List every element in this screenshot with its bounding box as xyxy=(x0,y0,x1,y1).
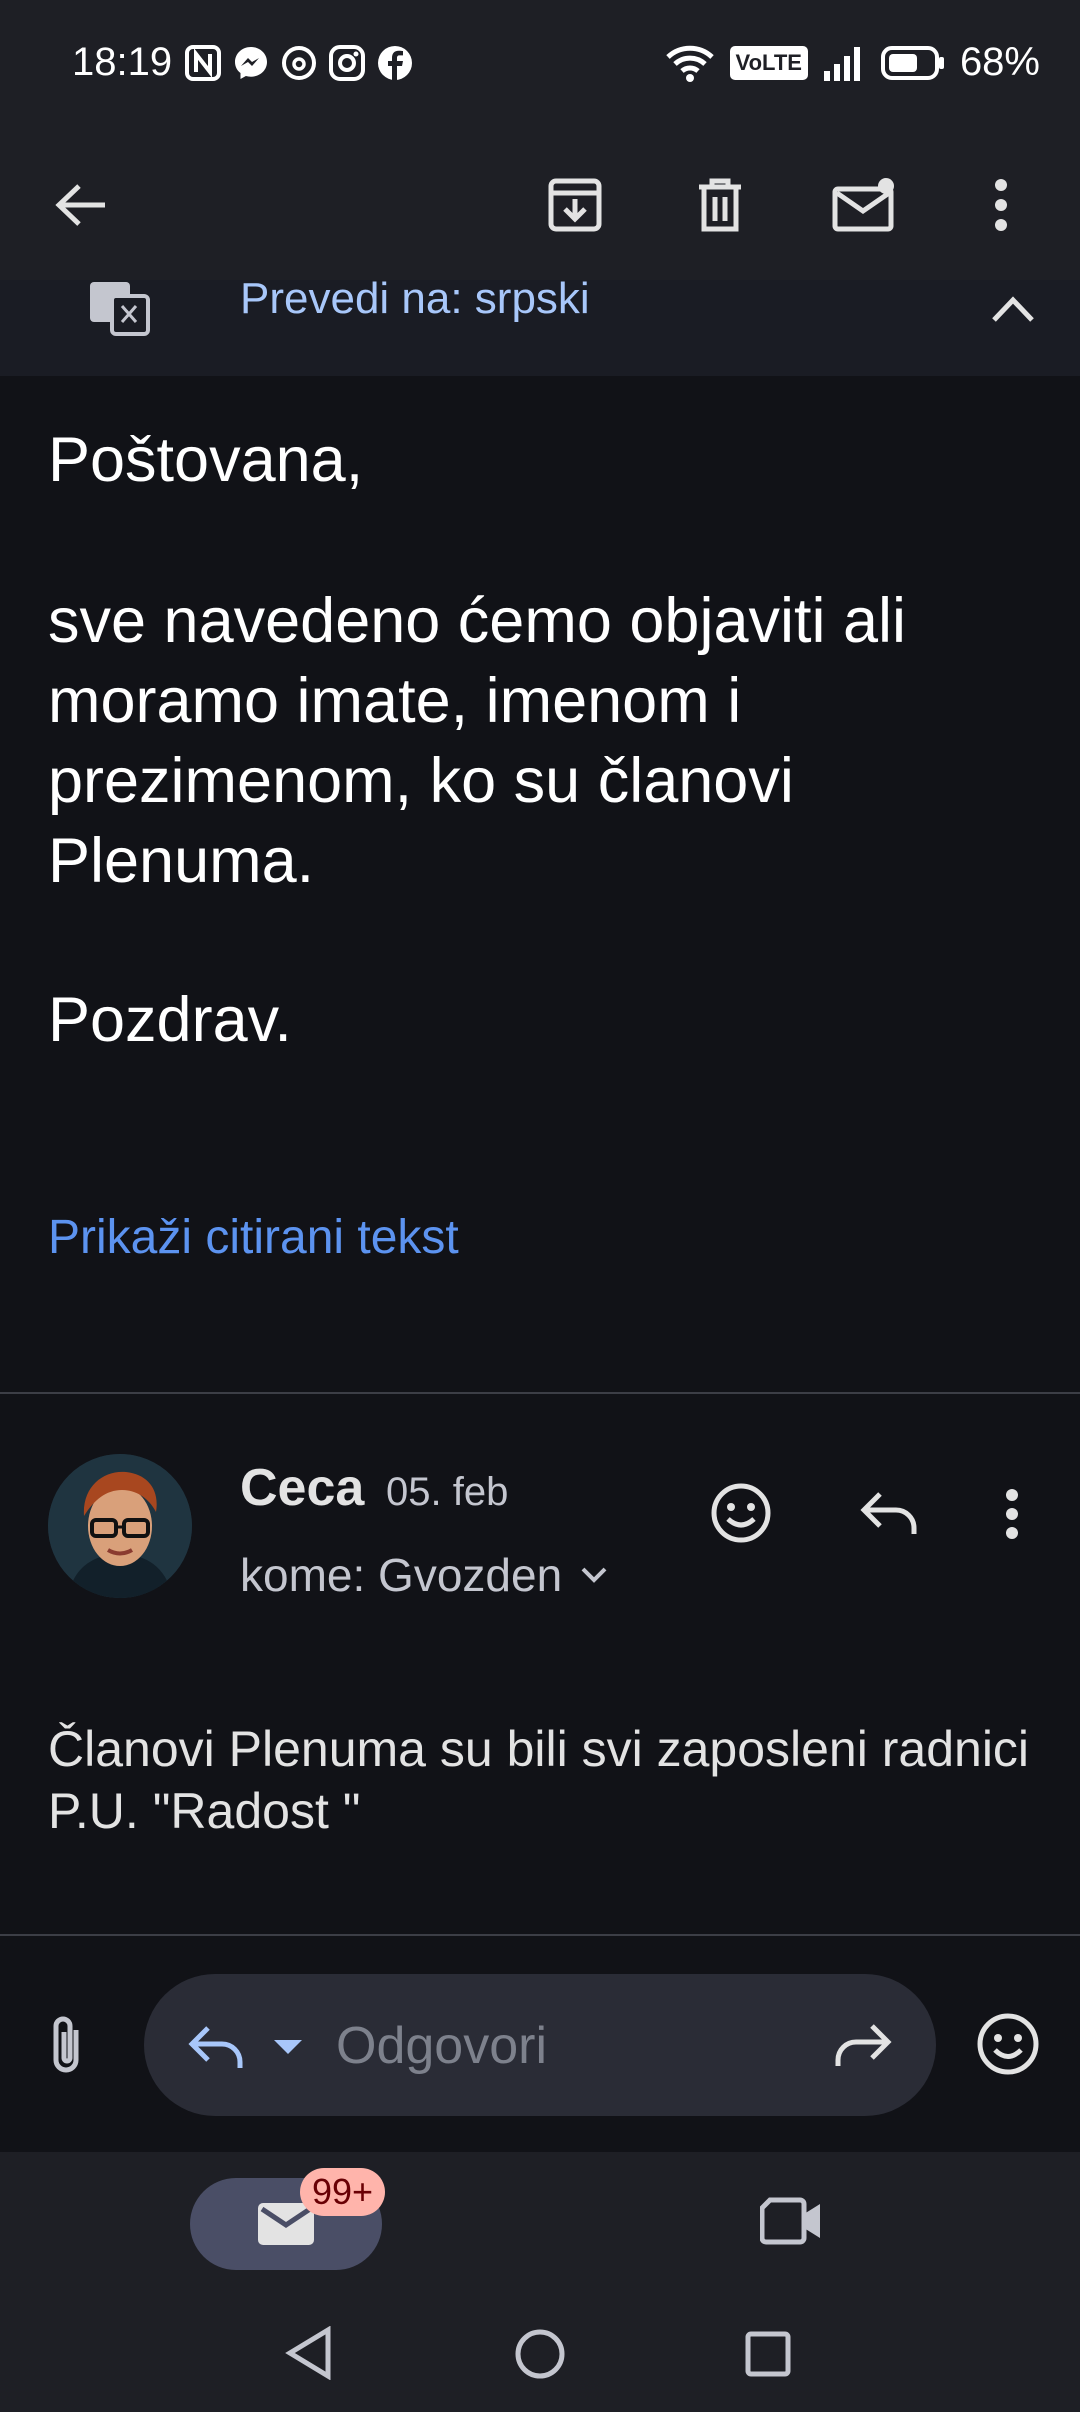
message-divider xyxy=(0,1392,1080,1394)
recipient-label: kome: Gvozden xyxy=(240,1549,563,1601)
message-more-button[interactable] xyxy=(1004,1488,1020,1540)
message-body: Članovi Plenuma su bili svi zaposleni ra… xyxy=(48,1721,1030,1839)
facebook-icon xyxy=(378,46,412,80)
archive-icon xyxy=(548,178,602,232)
system-home-button[interactable] xyxy=(514,2328,566,2380)
archive-button[interactable] xyxy=(540,170,610,240)
battery-percentage: 68% xyxy=(959,40,1040,84)
delete-icon xyxy=(699,178,741,232)
show-quoted-text-link[interactable]: Prikaži citirani tekst xyxy=(48,1210,459,1265)
system-back-button[interactable] xyxy=(284,2326,334,2380)
chevron-down-icon xyxy=(581,1567,607,1583)
recipient-details[interactable]: kome: Gvozden xyxy=(240,1548,608,1602)
message-greeting: Poštovana, xyxy=(48,425,364,495)
instagram-icon xyxy=(329,45,365,81)
message-date: 05. feb xyxy=(386,1470,509,1514)
nfc-icon xyxy=(185,45,221,81)
attach-button[interactable] xyxy=(46,2014,86,2076)
message-line: prezimenom, ko su članovi xyxy=(48,746,794,816)
sender-avatar[interactable] xyxy=(48,1454,192,1598)
unread-count-badge: 99+ xyxy=(300,2168,386,2216)
avatar-portrait xyxy=(48,1454,192,1598)
reply-icon xyxy=(188,2026,243,2068)
reply-button[interactable] xyxy=(860,1488,918,1538)
battery-icon xyxy=(880,45,944,80)
dropdown-arrow-icon xyxy=(274,2040,302,2054)
volte-badge: VoLTE xyxy=(729,45,808,80)
threads-icon xyxy=(282,46,316,80)
more-options-button[interactable] xyxy=(966,170,1036,240)
forward-button[interactable] xyxy=(834,2022,892,2068)
message-closing: Pozdrav. xyxy=(48,985,292,1055)
translate-icon xyxy=(90,282,150,336)
delete-button[interactable] xyxy=(685,170,755,240)
more-vert-icon xyxy=(1006,1489,1018,1539)
emoji-icon xyxy=(977,2013,1039,2075)
signal-icon xyxy=(823,46,860,81)
add-reaction-icon xyxy=(711,1483,771,1543)
back-button[interactable] xyxy=(46,170,116,240)
forward-icon xyxy=(835,2024,892,2066)
emoji-button[interactable] xyxy=(976,2012,1040,2076)
messenger-icon xyxy=(235,47,267,79)
circle-home-icon xyxy=(515,2329,565,2379)
video-camera-icon xyxy=(760,2197,820,2245)
top-toolbar xyxy=(0,130,1080,280)
attachment-icon xyxy=(53,2016,79,2073)
wifi-icon xyxy=(665,45,714,82)
mark-unread-button[interactable] xyxy=(829,170,899,240)
message-line: moramo imate, imenom i xyxy=(48,666,742,736)
collapse-chevron-icon[interactable] xyxy=(990,294,1036,324)
system-recents-button[interactable] xyxy=(744,2330,792,2378)
notification-icons xyxy=(184,44,414,82)
reply-placeholder[interactable]: Odgovori xyxy=(336,2016,547,2076)
system-status: VoLTE 68% xyxy=(664,40,1040,85)
message-line: sve navedeno ćemo objaviti ali xyxy=(48,586,907,656)
reply-mode-dropdown[interactable] xyxy=(272,2038,304,2056)
message-paragraph: sve navedeno ćemo objaviti ali moramo im… xyxy=(48,581,906,901)
message-line: Plenuma. xyxy=(48,826,315,896)
translate-label[interactable]: Prevedi na: srpski xyxy=(240,280,590,324)
mark-unread-icon xyxy=(832,178,894,232)
reply-icon xyxy=(860,1492,917,1534)
translate-bar[interactable]: Prevedi na: srpski xyxy=(0,280,1080,376)
sender-name: Ceca xyxy=(240,1459,365,1517)
meet-tab[interactable] xyxy=(760,2196,824,2246)
react-emoji-button[interactable] xyxy=(710,1482,772,1544)
square-recents-icon xyxy=(745,2331,791,2377)
more-vert-icon xyxy=(995,179,1007,231)
reply-mode-button[interactable] xyxy=(188,2024,244,2070)
back-arrow-icon xyxy=(55,184,105,226)
triangle-back-icon xyxy=(285,2326,331,2380)
status-time: 18:19 xyxy=(72,40,173,84)
